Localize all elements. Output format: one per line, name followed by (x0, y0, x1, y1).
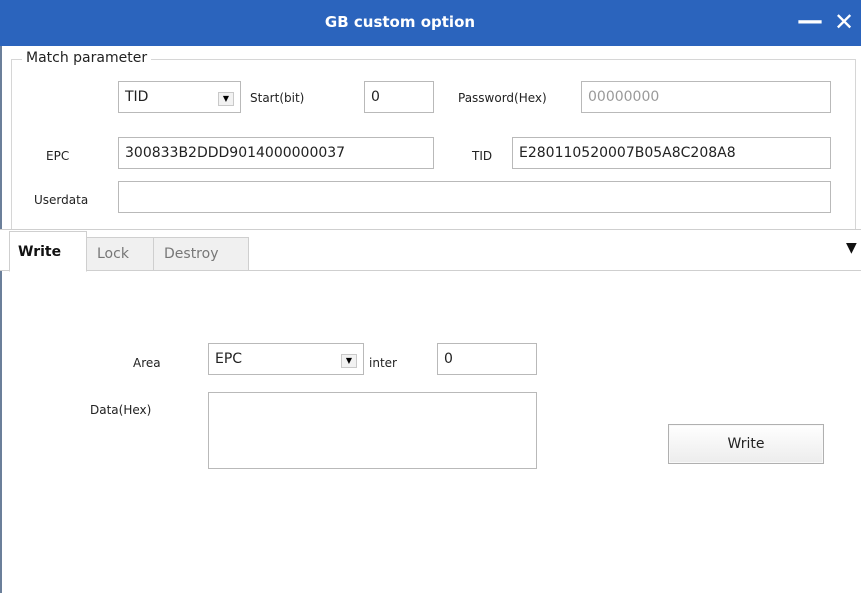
epc-label: EPC (46, 149, 70, 163)
tab-destroy[interactable]: Destroy (153, 237, 249, 271)
tid-label: TID (472, 149, 493, 163)
area-select[interactable]: EPC ▼ (208, 343, 364, 375)
tid-input[interactable]: E280110520007B05A8C208A8 (512, 137, 831, 169)
start-bit-label: Start(bit) (250, 91, 305, 105)
start-bit-input[interactable]: 0 (364, 81, 434, 113)
title-bar: GB custom option — ✕ (0, 0, 861, 46)
match-bank-value: TID (125, 89, 149, 105)
epc-input[interactable]: 300833B2DDD9014000000037 (118, 137, 434, 169)
tab-menu-dropdown-icon[interactable]: ▼ (846, 240, 857, 256)
userdata-input[interactable] (118, 181, 831, 213)
write-button[interactable]: Write (668, 424, 824, 464)
inter-label: inter (369, 356, 397, 370)
chevron-down-icon[interactable]: ▼ (218, 92, 234, 106)
window-title: GB custom option (324, 13, 476, 31)
tab-write[interactable]: Write (9, 231, 87, 272)
tab-lock[interactable]: Lock (86, 237, 154, 271)
userdata-label: Userdata (34, 193, 89, 207)
data-hex-textarea[interactable] (208, 392, 537, 469)
area-value: EPC (215, 351, 243, 367)
area-label: Area (133, 356, 161, 370)
data-hex-label: Data(Hex) (90, 403, 152, 417)
minimize-icon[interactable]: — (797, 6, 823, 36)
window-left-border (0, 46, 2, 593)
match-bank-select[interactable]: TID ▼ (118, 81, 241, 113)
inter-input[interactable]: 0 (437, 343, 537, 375)
close-icon[interactable]: ✕ (834, 8, 854, 36)
chevron-down-icon[interactable]: ▼ (341, 354, 357, 368)
match-parameter-label: Match parameter (22, 50, 152, 66)
password-input[interactable]: 00000000 (581, 81, 831, 113)
password-label: Password(Hex) (458, 91, 547, 105)
